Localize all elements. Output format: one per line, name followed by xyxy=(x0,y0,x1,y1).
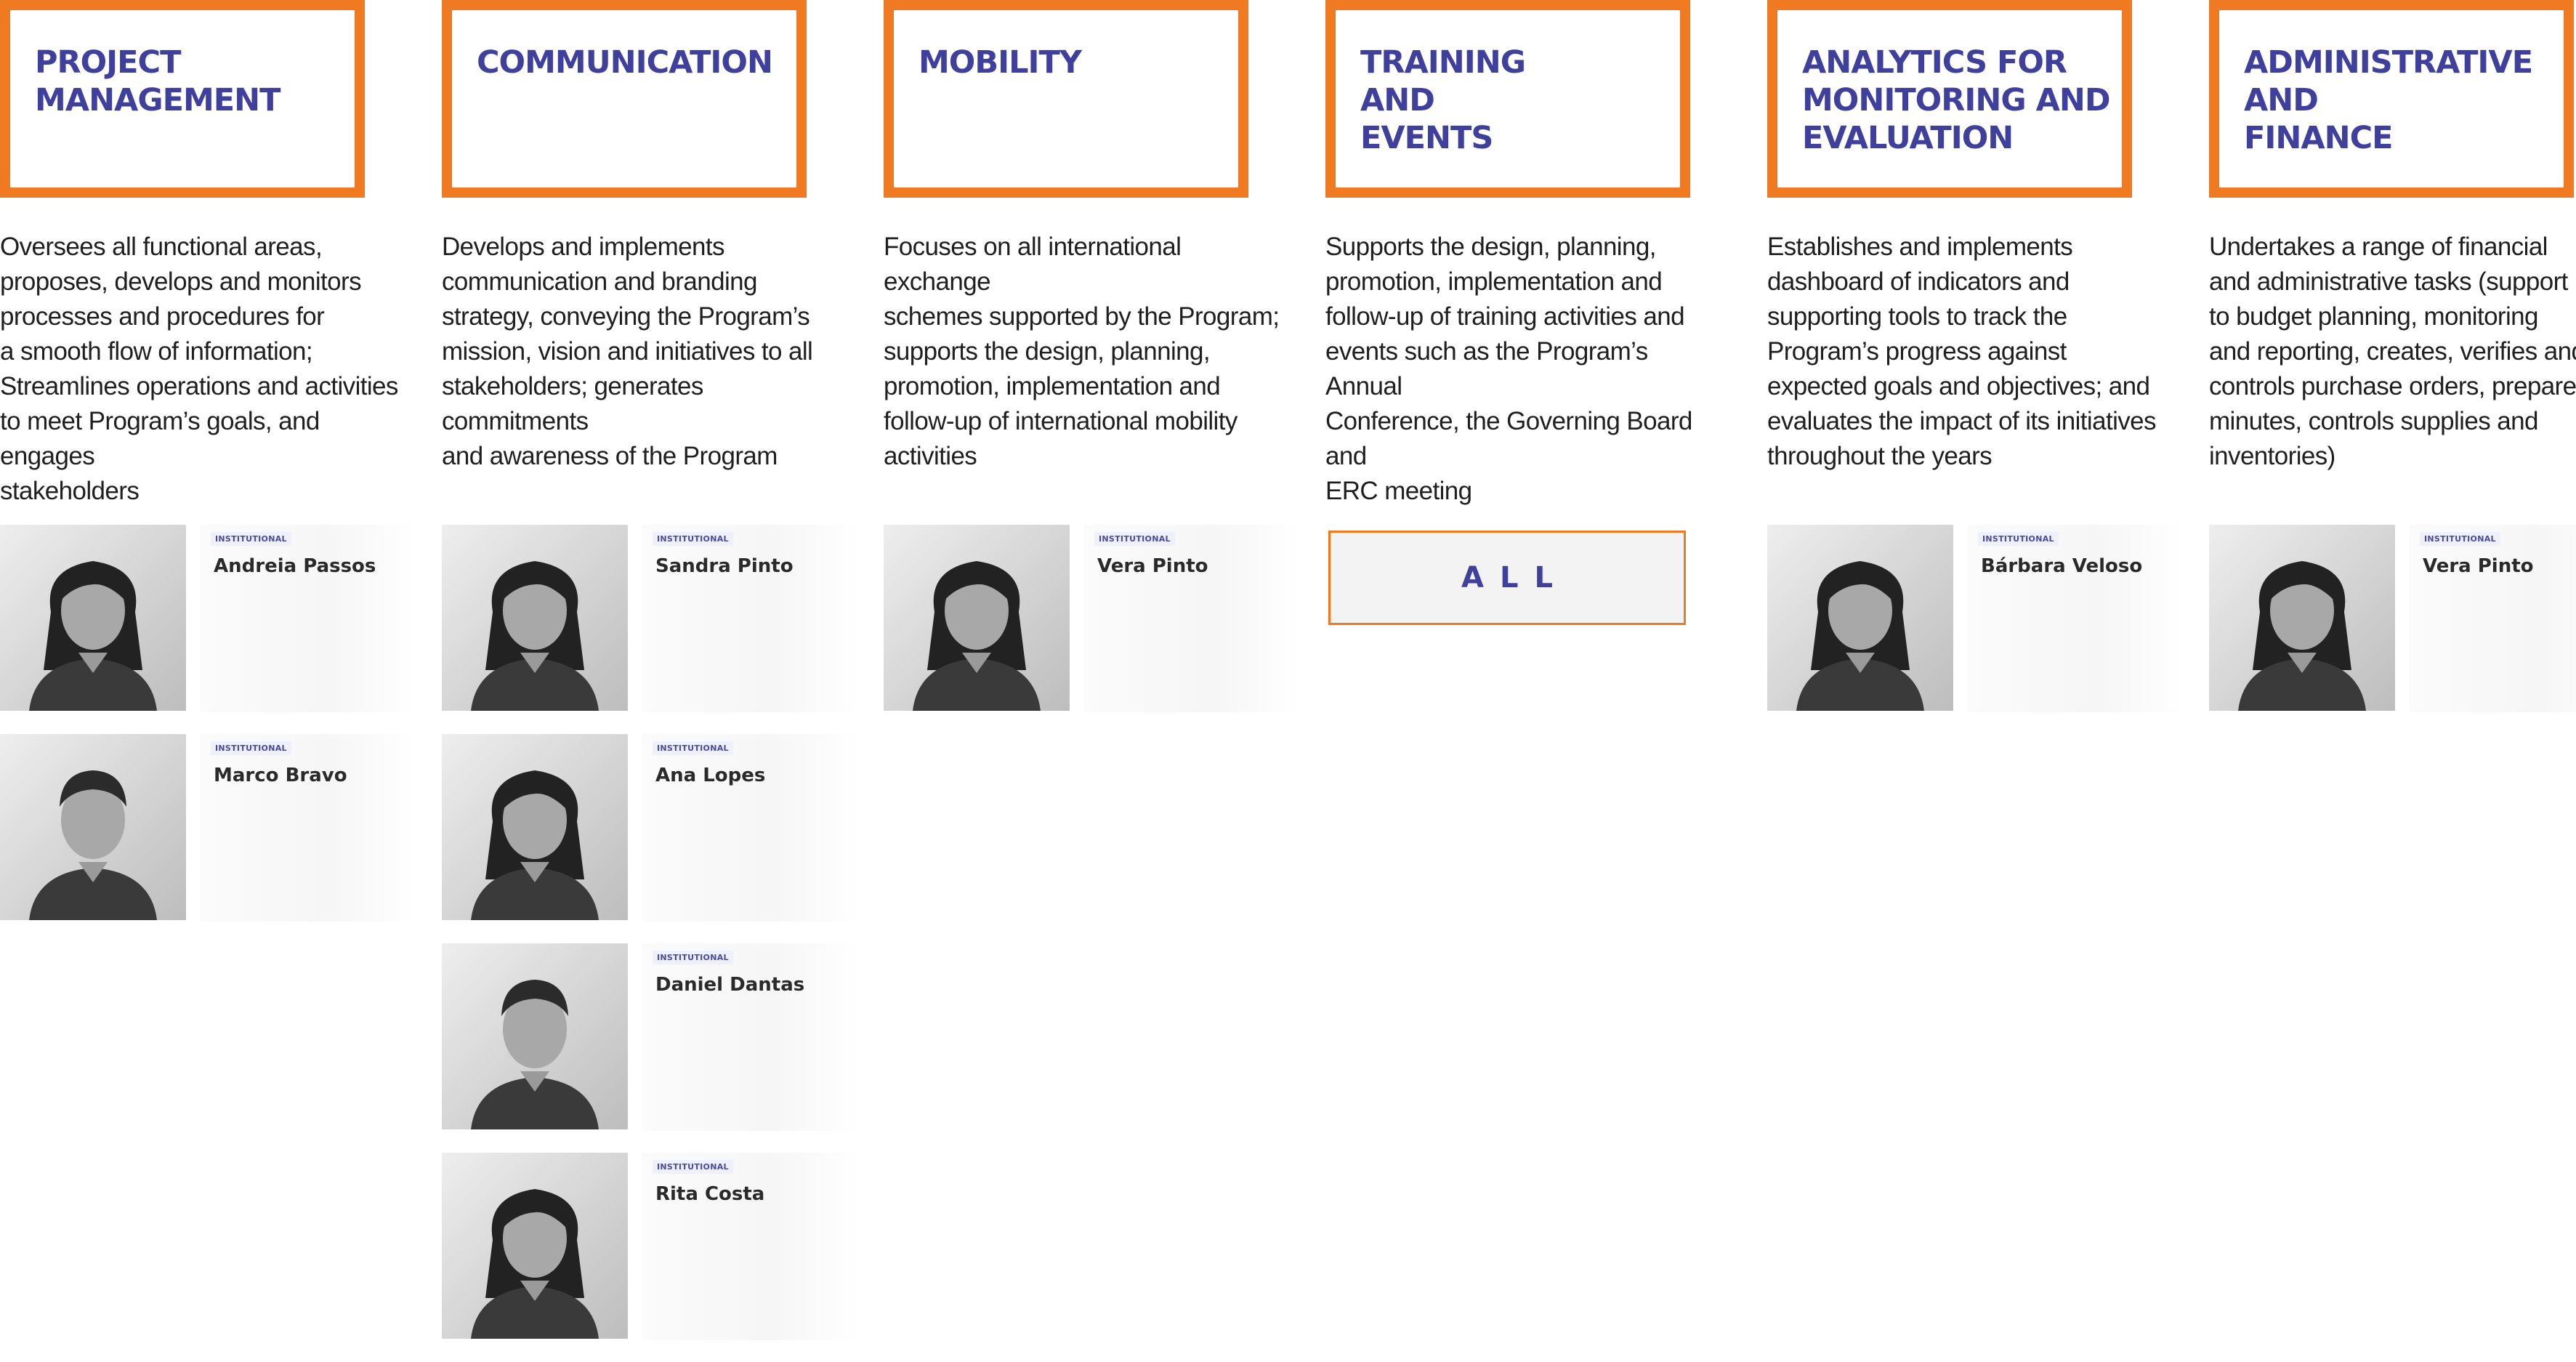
area-column: MOBILITY Focuses on all international exc… xyxy=(884,0,1301,712)
member-name[interactable]: Rita Costa xyxy=(655,1183,764,1205)
portrait-man-photo[interactable] xyxy=(0,734,186,920)
area-description: Supports the design, planning, promotion,… xyxy=(1325,233,1692,505)
area-title-box[interactable]: PROJECT MANAGEMENT xyxy=(0,0,365,198)
member-list: INSTITUTIONAL Andreia Passos INSTITUTIONA… xyxy=(0,525,417,943)
member-tag-badge: INSTITUTIONAL xyxy=(653,741,733,755)
member-list: INSTITUTIONAL Bárbara Veloso xyxy=(1767,525,2184,734)
area-title-box[interactable]: COMMUNICATION xyxy=(442,0,807,198)
area-description: Oversees all functional areas, proposes, … xyxy=(0,233,398,505)
portrait-woman-photo[interactable] xyxy=(884,525,1070,711)
member-tag-badge: INSTITUTIONAL xyxy=(1978,532,2059,546)
portrait-woman-photo[interactable] xyxy=(1767,525,1953,711)
member-tag-badge: INSTITUTIONAL xyxy=(1094,532,1175,546)
member-tag-badge: INSTITUTIONAL xyxy=(653,951,733,964)
area-title: ADMINISTRATIVE AND FINANCE xyxy=(2244,44,2533,156)
member-info: INSTITUTIONAL Andreia Passos xyxy=(201,525,417,712)
member-info: INSTITUTIONAL Sandra Pinto xyxy=(642,525,859,712)
member-card[interactable]: INSTITUTIONAL Daniel Dantas xyxy=(442,943,859,1131)
member-tag-badge: INSTITUTIONAL xyxy=(211,741,291,755)
area-column: PROJECT MANAGEMENT Oversees all functional… xyxy=(0,0,417,922)
member-list: INSTITUTIONAL Vera Pinto xyxy=(884,525,1301,734)
member-info: INSTITUTIONAL Vera Pinto xyxy=(1084,525,1301,712)
member-list: INSTITUTIONAL Sandra Pinto INSTITUTIONAL A… xyxy=(442,525,859,1362)
area-title: TRAINING AND EVENTS xyxy=(1360,44,1526,156)
area-title-box[interactable]: MOBILITY xyxy=(884,0,1248,198)
member-card[interactable]: INSTITUTIONAL Bárbara Veloso xyxy=(1767,525,2184,712)
member-info: INSTITUTIONAL Ana Lopes xyxy=(642,734,859,922)
member-info: INSTITUTIONAL Vera Pinto xyxy=(2410,525,2576,712)
area-description: Develops and implements communication and… xyxy=(442,233,813,470)
member-name[interactable]: Vera Pinto xyxy=(2423,555,2534,577)
member-list: INSTITUTIONAL Vera Pinto xyxy=(2209,525,2576,734)
team-areas-board: PROJECT MANAGEMENT Oversees all functional… xyxy=(0,0,2576,1341)
all-button-label: ALL xyxy=(1461,561,1569,595)
portrait-woman-photo[interactable] xyxy=(0,525,186,711)
member-card[interactable]: INSTITUTIONAL Ana Lopes xyxy=(442,734,859,922)
area-title-box[interactable]: ADMINISTRATIVE AND FINANCE xyxy=(2209,0,2574,198)
member-info: INSTITUTIONAL Rita Costa xyxy=(642,1153,859,1340)
member-name[interactable]: Andreia Passos xyxy=(214,555,376,577)
member-card[interactable]: INSTITUTIONAL Sandra Pinto xyxy=(442,525,859,712)
member-name[interactable]: Sandra Pinto xyxy=(655,555,794,577)
area-title-box[interactable]: TRAINING AND EVENTS xyxy=(1325,0,1690,198)
member-tag-badge: INSTITUTIONAL xyxy=(653,532,733,546)
area-title: COMMUNICATION xyxy=(477,44,773,81)
member-tag-badge: INSTITUTIONAL xyxy=(653,1160,733,1174)
portrait-woman-photo[interactable] xyxy=(442,1153,628,1339)
area-title: MOBILITY xyxy=(918,44,1082,81)
member-info: INSTITUTIONAL Marco Bravo xyxy=(201,734,417,922)
all-button[interactable]: ALL xyxy=(1328,531,1686,625)
area-column: COMMUNICATION Develops and implements comm… xyxy=(442,0,859,1340)
member-card[interactable]: INSTITUTIONAL Vera Pinto xyxy=(884,525,1301,712)
member-name[interactable]: Vera Pinto xyxy=(1097,555,1208,577)
portrait-woman-photo[interactable] xyxy=(2209,525,2395,711)
member-info: INSTITUTIONAL Daniel Dantas xyxy=(642,943,859,1131)
member-name[interactable]: Marco Bravo xyxy=(214,765,347,786)
member-name[interactable]: Ana Lopes xyxy=(655,765,765,786)
area-column: TRAINING AND EVENTS Supports the design, pl… xyxy=(1325,0,1732,625)
member-tag-badge: INSTITUTIONAL xyxy=(211,532,291,546)
area-title: ANALYTICS FOR MONITORING AND EVALUATION xyxy=(1802,44,2111,156)
area-description: Undertakes a range of financial and admin… xyxy=(2209,233,2576,470)
member-card[interactable]: INSTITUTIONAL Rita Costa xyxy=(442,1153,859,1340)
member-info: INSTITUTIONAL Bárbara Veloso xyxy=(1968,525,2184,712)
area-description: Establishes and implements dashboard of i… xyxy=(1767,233,2157,470)
member-card[interactable]: INSTITUTIONAL Vera Pinto xyxy=(2209,525,2576,712)
portrait-woman-photo[interactable] xyxy=(442,734,628,920)
area-title: PROJECT MANAGEMENT xyxy=(35,44,281,118)
member-card[interactable]: INSTITUTIONAL Marco Bravo xyxy=(0,734,417,922)
portrait-woman-photo[interactable] xyxy=(442,525,628,711)
area-column: ANALYTICS FOR MONITORING AND EVALUATION Est… xyxy=(1767,0,2184,712)
member-name[interactable]: Bárbara Veloso xyxy=(1981,555,2142,577)
member-name[interactable]: Daniel Dantas xyxy=(655,974,804,996)
member-tag-badge: INSTITUTIONAL xyxy=(2420,532,2500,546)
area-description: Focuses on all international exchange sch… xyxy=(884,233,1280,470)
portrait-man-photo[interactable] xyxy=(442,943,628,1129)
area-title-box[interactable]: ANALYTICS FOR MONITORING AND EVALUATION xyxy=(1767,0,2132,198)
area-column: ADMINISTRATIVE AND FINANCE Undertakes a ran… xyxy=(2209,0,2576,712)
member-card[interactable]: INSTITUTIONAL Andreia Passos xyxy=(0,525,417,712)
